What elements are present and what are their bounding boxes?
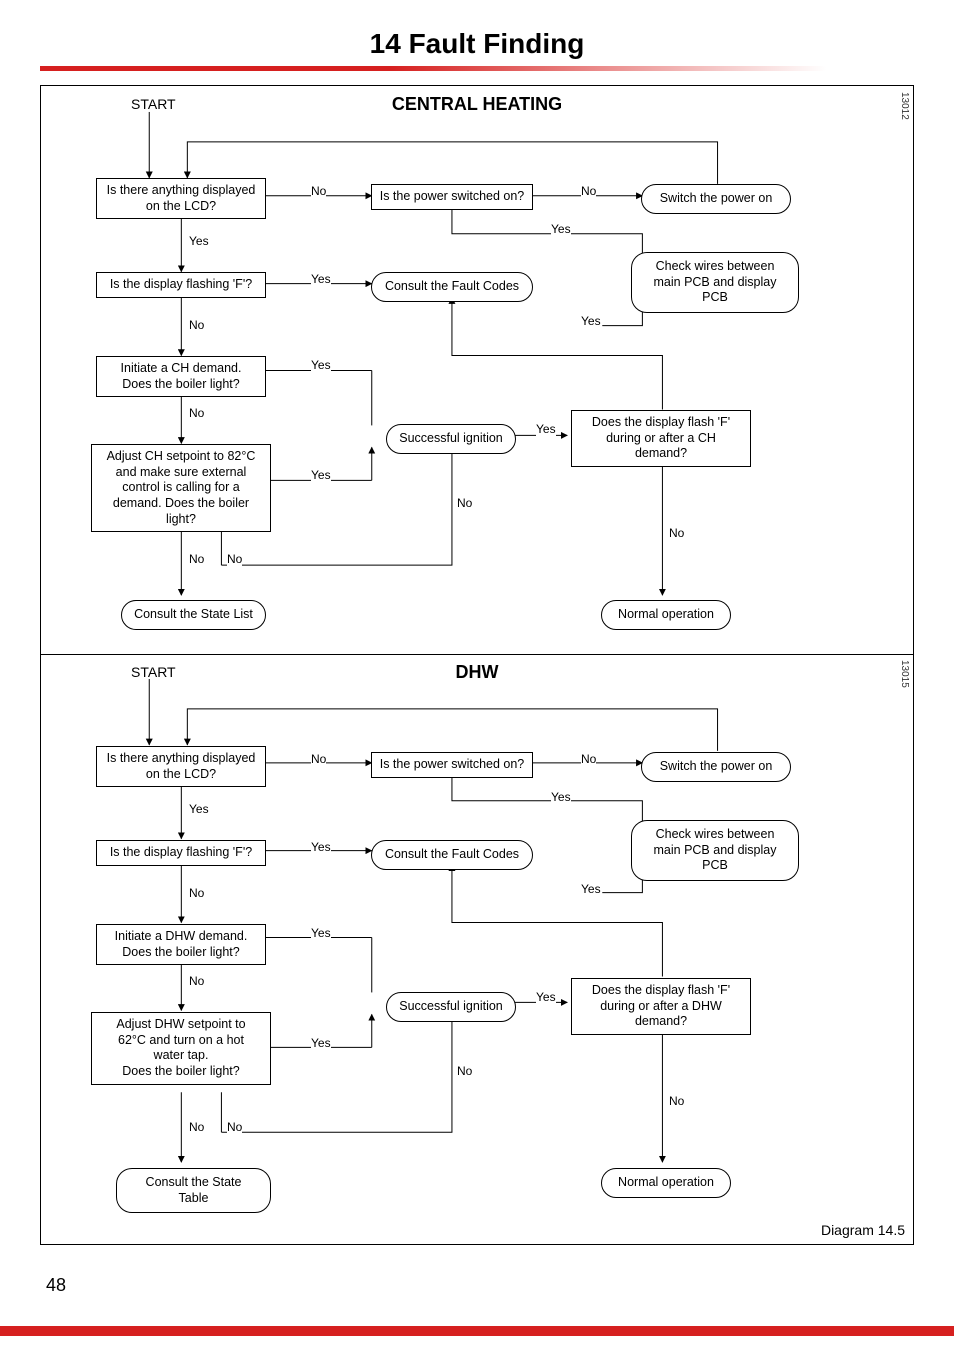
lbl: Yes [311, 468, 331, 482]
lbl: No [189, 552, 204, 566]
ch-normal: Normal operation [601, 600, 731, 630]
ch-wires: Check wires betweenmain PCB and displayP… [631, 252, 799, 313]
dhw-flash2-box: Does the display flash 'F'during or afte… [571, 978, 751, 1035]
lbl: No [227, 552, 242, 566]
lbl: Yes [311, 840, 331, 854]
lbl: Yes [189, 802, 209, 816]
lbl: Yes [581, 882, 601, 896]
dhw-switchon: Switch the power on [641, 752, 791, 782]
ch-id: 13012 [899, 92, 910, 120]
ch-lcd-box: Is there anything displayedon the LCD? [96, 178, 266, 219]
lbl: No [311, 752, 326, 766]
lbl: No [189, 974, 204, 988]
dhw-flashF-box: Is the display flashing 'F'? [96, 840, 266, 866]
dhw-start: START [131, 664, 176, 680]
lbl: No [669, 526, 684, 540]
lbl: Yes [311, 272, 331, 286]
ch-title: CENTRAL HEATING [392, 94, 562, 115]
ch-power-box: Is the power switched on? [371, 184, 533, 210]
ch-adjust-box: Adjust CH setpoint to 82°Cand make sure … [91, 444, 271, 532]
diagram-ref: Diagram 14.5 [821, 1222, 905, 1238]
lbl: No [189, 886, 204, 900]
lbl: Yes [581, 314, 601, 328]
dhw-initiate-box: Initiate a DHW demand.Does the boiler li… [96, 924, 266, 965]
page-title: 14 Fault Finding [40, 28, 914, 60]
dhw-fault: Consult the Fault Codes [371, 840, 533, 870]
ch-start: START [131, 96, 176, 112]
lbl: Yes [536, 990, 556, 1004]
dhw-title: DHW [456, 662, 499, 683]
lbl: Yes [311, 358, 331, 372]
lbl: No [669, 1094, 684, 1108]
ch-initiate-box: Initiate a CH demand.Does the boiler lig… [96, 356, 266, 397]
dhw-state: Consult the State Table [116, 1168, 271, 1213]
ch-switchon: Switch the power on [641, 184, 791, 214]
section-divider [41, 654, 913, 655]
page-number: 48 [46, 1275, 914, 1296]
lbl: No [581, 184, 596, 198]
flowchart-frame: CENTRAL HEATING START 13012 [40, 85, 914, 1245]
lbl: No [189, 406, 204, 420]
dhw-lcd-box: Is there anything displayedon the LCD? [96, 746, 266, 787]
ch-flash2-box: Does the display flash 'F'during or afte… [571, 410, 751, 467]
lbl: Yes [536, 422, 556, 436]
dhw-adjust-box: Adjust DHW setpoint to62°C and turn on a… [91, 1012, 271, 1085]
dhw-success: Successful ignition [386, 992, 516, 1022]
lbl: No [457, 496, 472, 510]
lbl: No [189, 318, 204, 332]
lbl: No [189, 1120, 204, 1134]
dhw-id: 13015 [899, 660, 910, 688]
footer-bar [0, 1326, 954, 1336]
lbl: Yes [311, 926, 331, 940]
lbl: Yes [551, 790, 571, 804]
ch-success: Successful ignition [386, 424, 516, 454]
lbl: No [227, 1120, 242, 1134]
ch-fault: Consult the Fault Codes [371, 272, 533, 302]
lbl: No [311, 184, 326, 198]
ch-flashF-box: Is the display flashing 'F'? [96, 272, 266, 298]
lbl: Yes [189, 234, 209, 248]
dhw-wires: Check wires betweenmain PCB and displayP… [631, 820, 799, 881]
dhw-power-box: Is the power switched on? [371, 752, 533, 778]
lbl: No [581, 752, 596, 766]
dhw-normal: Normal operation [601, 1168, 731, 1198]
heading-rule [40, 66, 914, 71]
ch-state: Consult the State List [121, 600, 266, 630]
lbl: Yes [551, 222, 571, 236]
lbl: No [457, 1064, 472, 1078]
lbl: Yes [311, 1036, 331, 1050]
